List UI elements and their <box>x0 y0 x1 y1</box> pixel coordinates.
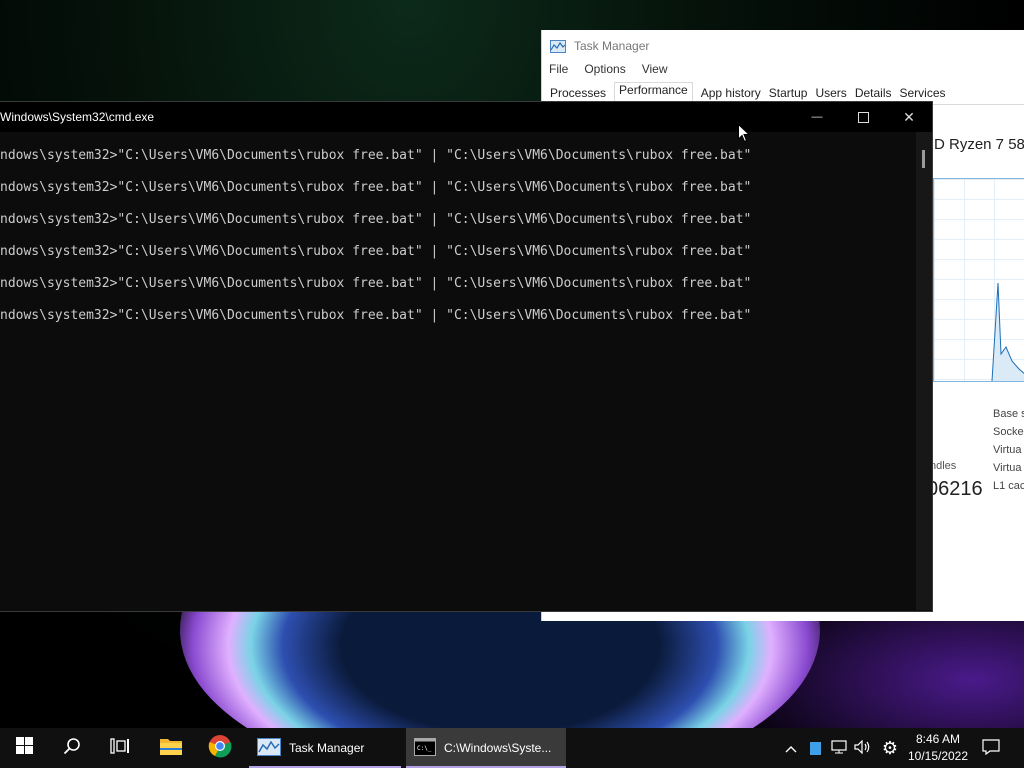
mouse-cursor-icon <box>738 123 751 148</box>
show-hidden-icons-button[interactable] <box>780 728 802 768</box>
cmd-window[interactable]: Windows\System32\cmd.exe — ✕ ndows\syste… <box>0 101 933 612</box>
network-button[interactable] <box>828 728 850 768</box>
cmd-console-output[interactable]: ndows\system32>"C:\Users\VM6\Documents\r… <box>0 132 916 610</box>
file-explorer-button[interactable] <box>148 728 194 768</box>
gear-icon: ⚙ <box>881 737 899 758</box>
cpu-name: D Ryzen 7 58 <box>934 136 1024 153</box>
task-manager-icon <box>550 39 566 53</box>
volume-icon <box>854 739 872 757</box>
notification-icon <box>982 738 1000 758</box>
console-line: ndows\system32>"C:\Users\VM6\Documents\r… <box>0 244 752 259</box>
task-manager-icon <box>257 737 281 759</box>
cpu-utilization-graph <box>933 178 1024 382</box>
minimize-button[interactable]: — <box>794 102 840 132</box>
taskbar: Task Manager C:\_ C:\Windows\Syste... ⚙ … <box>0 728 1024 768</box>
console-line: ndows\system32>"C:\Users\VM6\Documents\r… <box>0 276 752 291</box>
console-line: ndows\system32>"C:\Users\VM6\Documents\r… <box>0 308 752 323</box>
svg-text:C:\_: C:\_ <box>417 745 432 752</box>
clock-date: 10/15/2022 <box>907 749 969 763</box>
menu-view[interactable]: View <box>642 62 668 76</box>
handles-label: ndles <box>930 460 957 472</box>
taskbar-app-task-manager[interactable]: Task Manager <box>249 728 401 768</box>
task-manager-titlebar[interactable]: Task Manager <box>550 36 649 56</box>
menu-options[interactable]: Options <box>584 62 625 76</box>
spec-virtual-machine-label: Virtua <box>993 462 1022 474</box>
handles-value: 06216 <box>927 478 983 500</box>
spec-sockets-label: Socke <box>993 426 1024 438</box>
menu-file[interactable]: File <box>549 62 568 76</box>
cmd-scrollbar[interactable] <box>916 132 932 610</box>
taskbar-app-cmd[interactable]: C:\_ C:\Windows\Syste... <box>406 728 566 768</box>
scrollbar-thumb[interactable] <box>922 150 925 168</box>
taskbar-app-label: C:\Windows\Syste... <box>444 741 552 755</box>
task-manager-menubar: File Options View <box>549 62 668 76</box>
windows-logo-icon <box>15 737 33 759</box>
console-line: ndows\system32>"C:\Users\VM6\Documents\r… <box>0 180 752 195</box>
console-line: ndows\system32>"C:\Users\VM6\Documents\r… <box>0 212 752 227</box>
search-icon <box>63 737 81 760</box>
spec-l1-cache-label: L1 cac <box>993 480 1024 492</box>
chrome-button[interactable] <box>196 728 244 768</box>
folder-icon <box>159 736 183 761</box>
cmd-title: Windows\System32\cmd.exe <box>0 110 155 124</box>
settings-button[interactable]: ⚙ <box>879 728 901 768</box>
task-view-icon <box>110 737 130 759</box>
chevron-up-icon <box>785 740 797 756</box>
spec-virtualization-label: Virtua <box>993 444 1022 456</box>
task-view-button[interactable] <box>96 728 144 768</box>
maximize-icon <box>857 111 869 123</box>
start-button[interactable] <box>0 728 48 768</box>
clock-time: 8:46 AM <box>915 732 961 746</box>
close-button[interactable]: ✕ <box>886 102 932 132</box>
cmd-titlebar[interactable]: Windows\System32\cmd.exe — ✕ <box>0 102 932 132</box>
maximize-button[interactable] <box>840 102 886 132</box>
volume-button[interactable] <box>852 728 874 768</box>
blue-square-icon <box>809 741 821 755</box>
tray-app-button[interactable] <box>804 728 826 768</box>
taskbar-clock[interactable]: 8:46 AM 10/15/2022 <box>903 731 973 765</box>
chrome-icon <box>208 734 232 763</box>
console-line: ndows\system32>"C:\Users\VM6\Documents\r… <box>0 148 752 163</box>
notifications-button[interactable] <box>980 728 1002 768</box>
task-manager-title: Task Manager <box>574 39 650 53</box>
network-icon <box>831 739 847 757</box>
spec-base-speed-label: Base s <box>993 408 1024 420</box>
search-button[interactable] <box>48 728 96 768</box>
cmd-icon: C:\_ <box>414 737 436 759</box>
minimize-icon: — <box>811 111 823 123</box>
close-icon: ✕ <box>903 108 915 125</box>
taskbar-app-label: Task Manager <box>289 741 365 755</box>
